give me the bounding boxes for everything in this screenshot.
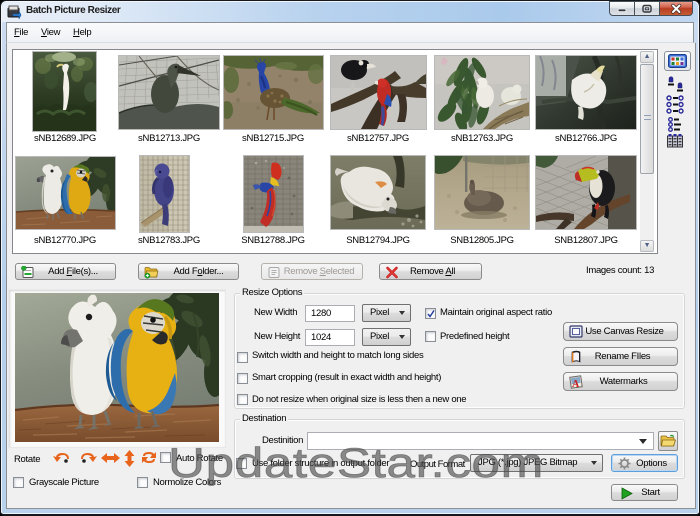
svg-text:A: A (572, 379, 580, 390)
